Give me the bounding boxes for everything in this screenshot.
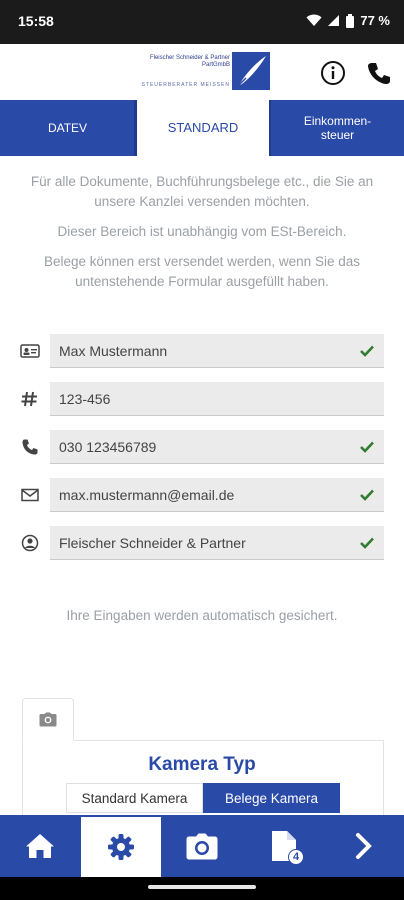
battery-percent: 77 % xyxy=(360,13,390,28)
email-value: max.mustermann@email.de xyxy=(59,487,235,503)
check-icon xyxy=(360,489,374,501)
app-header: Fleischer Schneider & Partner PartGmbB S… xyxy=(0,44,404,100)
advisor-value: Fleischer Schneider & Partner xyxy=(59,535,246,551)
status-bar: 15:58 77 % xyxy=(0,0,404,44)
phone-row: 030 123456789 xyxy=(20,430,384,464)
advisor-field[interactable]: Fleischer Schneider & Partner xyxy=(50,526,384,560)
nav-home[interactable] xyxy=(0,815,80,877)
camera-icon xyxy=(39,712,57,727)
logo-quill-icon xyxy=(232,52,270,90)
signal-icon xyxy=(328,15,340,26)
envelope-icon xyxy=(21,488,39,502)
home-icon xyxy=(26,834,54,858)
system-home-bar xyxy=(0,877,404,900)
advisor-row: Fleischer Schneider & Partner xyxy=(20,526,384,560)
documents-count-badge: 4 xyxy=(288,849,304,865)
check-icon xyxy=(360,537,374,549)
phone-icon[interactable] xyxy=(366,60,392,86)
info-icon[interactable] xyxy=(320,60,346,86)
phone-icon xyxy=(22,439,38,455)
nav-camera[interactable] xyxy=(162,815,242,877)
hash-icon xyxy=(21,391,37,407)
name-value: Max Mustermann xyxy=(59,343,168,359)
camera-type-title: Kamera Typ xyxy=(148,754,256,775)
autosave-note: Ihre Eingaben werden automatisch gesiche… xyxy=(66,608,338,623)
nav-documents[interactable]: 4 xyxy=(244,815,324,877)
intro-text: Für alle Dokumente, Buchführungsbelege e… xyxy=(16,172,388,302)
belege-camera-option[interactable]: Belege Kamera xyxy=(203,783,340,813)
tab-einkommensteuer[interactable]: Einkommen-steuer xyxy=(271,100,404,156)
name-row: Max Mustermann xyxy=(20,334,384,368)
tab-datev[interactable]: DATEV xyxy=(0,100,135,156)
firm-logo: Fleischer Schneider & Partner PartGmbB S… xyxy=(134,52,270,92)
chevron-right-icon xyxy=(356,833,372,859)
wifi-icon xyxy=(306,14,322,26)
status-time: 15:58 xyxy=(18,13,54,29)
phone-value: 030 123456789 xyxy=(59,439,157,455)
client-number-field[interactable]: 123-456 xyxy=(50,382,384,416)
intro-paragraph: Belege können erst versendet werden, wen… xyxy=(44,254,360,289)
camera-card-tab[interactable] xyxy=(22,698,74,741)
nav-next[interactable] xyxy=(324,815,404,877)
camera-icon xyxy=(186,833,218,859)
status-icons: 77 % xyxy=(306,13,390,28)
gear-icon xyxy=(108,834,134,860)
user-circle-icon xyxy=(21,534,39,552)
name-field[interactable]: Max Mustermann xyxy=(50,334,384,368)
email-field[interactable]: max.mustermann@email.de xyxy=(50,478,384,512)
check-icon xyxy=(360,345,374,357)
email-row: max.mustermann@email.de xyxy=(20,478,384,512)
intro-paragraph: Dieser Bereich ist unabhängig vom ESt-Be… xyxy=(57,224,347,239)
phone-field[interactable]: 030 123456789 xyxy=(50,430,384,464)
intro-paragraph: Für alle Dokumente, Buchführungsbelege e… xyxy=(30,174,374,209)
home-indicator[interactable] xyxy=(148,885,256,889)
check-icon xyxy=(360,441,374,453)
logo-firm-name: Fleischer Schneider & Partner PartGmbB xyxy=(149,55,230,68)
bottom-navigation: 4 xyxy=(0,815,404,877)
logo-subtitle: STEUERBERATER MEISSEN xyxy=(141,82,230,88)
tab-standard[interactable]: STANDARD xyxy=(136,100,270,156)
battery-icon xyxy=(346,13,355,28)
section-tabs: DATEV STANDARD Einkommen-steuer xyxy=(0,100,404,156)
id-card-icon xyxy=(20,344,40,358)
number-row: 123-456 xyxy=(20,382,384,416)
nav-settings[interactable] xyxy=(81,817,161,877)
client-number-value: 123-456 xyxy=(59,391,111,407)
standard-camera-option[interactable]: Standard Kamera xyxy=(66,783,203,813)
